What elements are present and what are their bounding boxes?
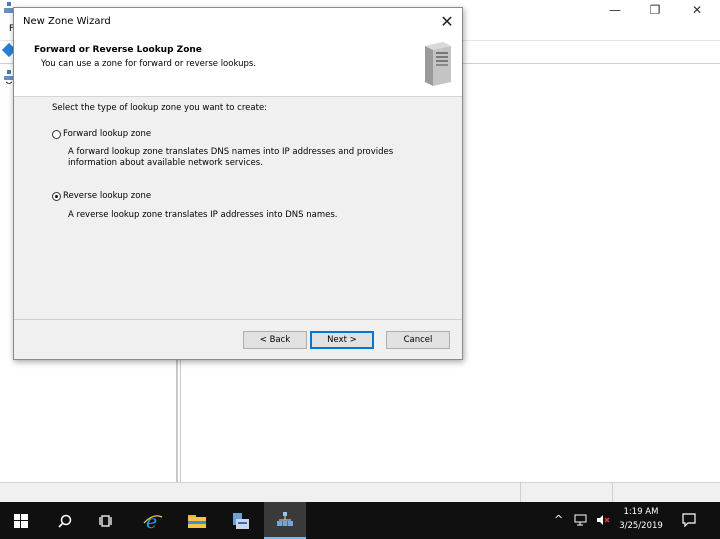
system-clock[interactable]: 1:19 AM 3/25/2019 xyxy=(612,505,670,533)
close-window-button[interactable]: ✕ xyxy=(682,2,712,18)
reverse-lookup-zone-label[interactable]: Reverse lookup zone xyxy=(63,191,151,201)
dns-manager-taskbar-button[interactable] xyxy=(264,502,306,539)
radio-checked-icon[interactable] xyxy=(52,191,61,201)
forward-lookup-zone-label[interactable]: Forward lookup zone xyxy=(63,129,151,139)
restore-button[interactable]: ❐ xyxy=(640,2,670,18)
wizard-header: Forward or Reverse Lookup Zone You can u… xyxy=(14,36,462,97)
search-icon xyxy=(58,514,72,528)
server-manager-button[interactable] xyxy=(220,502,262,539)
back-button[interactable]: < Back xyxy=(243,331,307,349)
search-button[interactable] xyxy=(44,502,86,539)
network-icon[interactable] xyxy=(574,514,588,526)
reverse-lookup-zone-radio[interactable]: Reverse lookup zone xyxy=(52,191,151,201)
dialog-title: New Zone Wizard xyxy=(23,16,111,27)
internet-explorer-icon: e xyxy=(143,511,163,531)
cancel-button[interactable]: Cancel xyxy=(386,331,450,349)
status-divider xyxy=(520,482,521,502)
volume-muted-icon[interactable] xyxy=(596,514,610,526)
svg-text:e: e xyxy=(146,511,157,531)
server-manager-icon xyxy=(233,512,249,529)
clock-date: 3/25/2019 xyxy=(619,521,663,531)
dns-manager-icon xyxy=(277,511,293,526)
wizard-body: Select the type of lookup zone you want … xyxy=(14,97,462,319)
wizard-page-title: Forward or Reverse Lookup Zone xyxy=(34,45,202,55)
forward-lookup-zone-description: A forward lookup zone translates DNS nam… xyxy=(68,147,394,168)
status-divider xyxy=(612,482,613,502)
task-view-icon xyxy=(99,514,112,527)
start-button[interactable] xyxy=(0,502,42,539)
server-icon xyxy=(425,42,451,86)
file-explorer-button[interactable] xyxy=(176,502,218,539)
dialog-close-button[interactable]: ✕ xyxy=(434,10,460,34)
dialog-title-bar[interactable]: New Zone Wizard ✕ xyxy=(14,8,462,36)
file-explorer-icon xyxy=(188,514,206,528)
clock-time: 1:19 AM xyxy=(623,507,659,517)
next-button[interactable]: Next > xyxy=(310,331,374,349)
reverse-lookup-zone-description: A reverse lookup zone translates IP addr… xyxy=(68,210,338,220)
action-center-icon[interactable] xyxy=(682,513,696,527)
internet-explorer-button[interactable]: e xyxy=(132,502,174,539)
zone-type-prompt: Select the type of lookup zone you want … xyxy=(52,103,268,113)
radio-unchecked-icon[interactable] xyxy=(52,129,61,139)
minimize-button[interactable]: — xyxy=(600,2,630,18)
forward-lookup-zone-radio[interactable]: Forward lookup zone xyxy=(52,129,151,139)
start-icon xyxy=(14,513,28,528)
show-hidden-icons-button[interactable]: ^ xyxy=(554,513,563,526)
task-view-button[interactable] xyxy=(86,502,128,539)
wizard-page-subtitle: You can use a zone for forward or revers… xyxy=(41,59,257,69)
footer-divider xyxy=(14,319,462,320)
new-zone-wizard-dialog: New Zone Wizard ✕ Forward or Reverse Loo… xyxy=(13,7,463,360)
